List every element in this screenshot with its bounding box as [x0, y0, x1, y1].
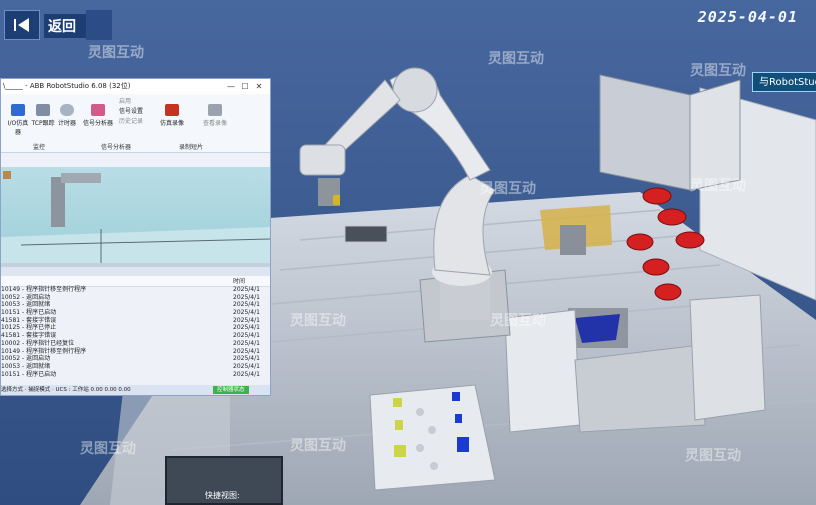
table-row[interactable]: 10151 - 程序已启动 2025/4/1	[1, 309, 263, 317]
table-row[interactable]: 10053 - 返回就绪 2025/4/1	[1, 301, 263, 309]
viewport-graphic	[1, 171, 270, 263]
maximize-icon[interactable]: ☐	[238, 79, 252, 94]
minimize-icon[interactable]: —	[224, 79, 238, 94]
timer-button[interactable]: 计时器	[57, 104, 77, 127]
message-cell: 10149 - 程序指针移至例行程序	[1, 347, 87, 355]
header-decoration	[86, 10, 112, 40]
table-row[interactable]: 41581 - 套接字错误 2025/4/1	[1, 332, 263, 340]
group-record: 录制短片	[179, 144, 204, 151]
message-cell: 10151 - 程序已启动	[1, 370, 57, 378]
group-signal-analyzer: 信号分析器	[101, 144, 132, 151]
message-cell: 10053 - 返回就绪	[1, 301, 51, 309]
window-title: \_____ - ABB RobotStudio 6.08 (32位)	[3, 82, 131, 90]
enable-button[interactable]: 启用	[119, 96, 131, 105]
table-row[interactable]: 10151 - 程序已启动 2025/4/1	[1, 371, 263, 379]
history-button[interactable]: 历史记录	[119, 116, 143, 125]
back-button[interactable]	[4, 10, 40, 40]
tcp-trace-button[interactable]: TCP跟踪	[31, 104, 55, 127]
group-monitor: 监控	[33, 144, 46, 151]
date-cell: 2025/4/1	[233, 332, 260, 340]
status-bar: 选择方式 · 捕捉模式 · UCS : 工作站 0.00 0.00 0.00 控…	[1, 385, 270, 395]
table-row[interactable]: 10002 - 程序指针已经复位 2025/4/1	[1, 340, 263, 348]
record-icon	[165, 104, 179, 116]
message-cell: 10125 - 程序已停止	[1, 324, 57, 332]
date-cell: 2025/4/1	[233, 324, 260, 332]
date-cell: 2025/4/1	[233, 370, 260, 378]
message-cell: 10052 - 返回启动	[1, 355, 51, 363]
robotstudio-window[interactable]: \_____ - ABB RobotStudio 6.08 (32位) — ☐ ✕ …	[0, 78, 271, 396]
status-text: 选择方式 · 捕捉模式 · UCS : 工作站 0.00 0.00 0.00	[1, 387, 131, 393]
tcp-icon	[36, 104, 50, 116]
io-simulator-button[interactable]: I/O仿真器	[7, 104, 29, 136]
date-cell: 2025/4/1	[233, 339, 260, 347]
back-arrow-icon	[14, 18, 29, 32]
io-icon	[11, 104, 25, 116]
table-row[interactable]: 10052 - 返回启动 2025/4/1	[1, 355, 263, 363]
date-cell: 2025/4/1	[233, 286, 260, 293]
date-cell: 2025/4/1	[233, 347, 260, 355]
message-cell: 10149 - 程序指针移至例行程序	[1, 286, 87, 293]
table-row[interactable]: 10149 - 程序指针移至例行程序 2025/4/1	[1, 286, 263, 294]
message-cell: 10053 - 返回就绪	[1, 362, 51, 370]
date-cell: 2025/4/1	[233, 362, 260, 370]
video-icon	[208, 104, 222, 116]
close-icon[interactable]: ✕	[252, 79, 266, 94]
view-record-button[interactable]: 查看录像	[201, 104, 229, 127]
date-cell: 2025/4/1	[233, 301, 260, 309]
date-display: 2025-04-01	[697, 8, 798, 26]
date-cell: 2025/4/1	[233, 293, 260, 301]
table-row[interactable]: 10125 - 程序已停止 2025/4/1	[1, 324, 263, 332]
signal-analyzer-button[interactable]: 信号分析器	[81, 104, 115, 127]
3d-viewport[interactable]	[1, 167, 270, 263]
date-cell: 2025/4/1	[233, 316, 260, 324]
message-cell: 10052 - 返回启动	[1, 293, 51, 301]
message-cell: 10002 - 程序指针已经复位	[1, 339, 75, 347]
time-column-header[interactable]: 时间	[233, 276, 245, 285]
window-titlebar[interactable]: \_____ - ABB RobotStudio 6.08 (32位) — ☐ ✕	[1, 79, 270, 94]
message-cell: 10151 - 程序已启动	[1, 309, 57, 317]
output-list[interactable]: 10149 - 程序指针移至例行程序 2025/4/1 10052 - 返回启动 20…	[1, 286, 263, 378]
timer-icon	[60, 104, 74, 116]
date-cell: 2025/4/1	[233, 355, 260, 363]
chart-icon	[91, 104, 105, 116]
back-label[interactable]: 返回	[44, 14, 86, 38]
signal-settings-button[interactable]: 信号设置	[119, 106, 143, 115]
controller-status: 控制器状态	[213, 386, 249, 394]
robotstudio-link-tab[interactable]: 与RobotStudio	[752, 72, 816, 92]
quick-view-panel[interactable]: 快捷视图:	[165, 456, 283, 505]
date-cell: 2025/4/1	[233, 309, 260, 317]
simulation-record-button[interactable]: 仿真录像	[157, 104, 187, 127]
message-cell: 41581 - 套接字错误	[1, 332, 57, 340]
message-cell: 41581 - 套接字错误	[1, 316, 57, 324]
ribbon: I/O仿真器 TCP跟踪 计时器 信号分析器 启用 信号设置 历史记录 仿真录像…	[1, 94, 270, 153]
quick-view-label: 快捷视图:	[205, 491, 240, 500]
table-row[interactable]: 10053 - 返回就绪 2025/4/1	[1, 363, 263, 371]
